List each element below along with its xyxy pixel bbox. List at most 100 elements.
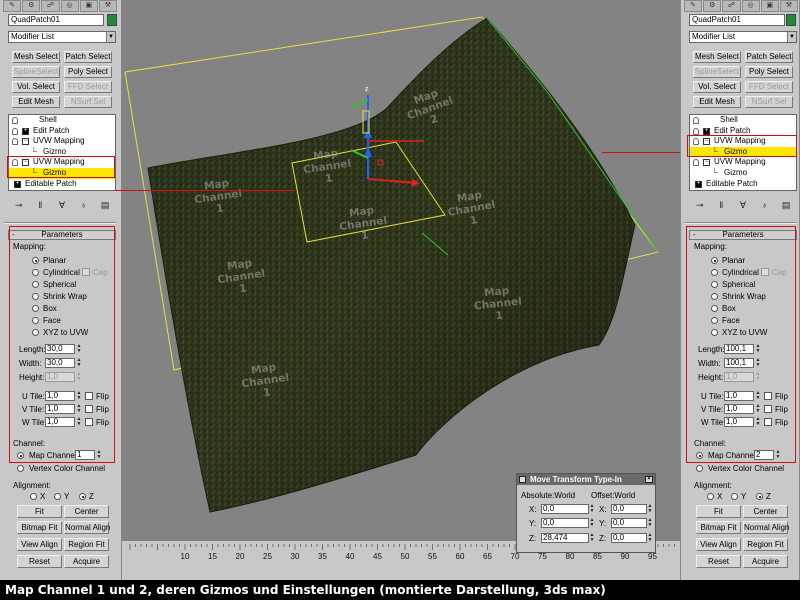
radio-shrink-wrap[interactable] xyxy=(711,293,718,300)
normal-align-button[interactable]: Normal Align xyxy=(64,521,110,534)
radio-face[interactable] xyxy=(32,317,39,324)
width-input[interactable]: 30,0 xyxy=(45,358,75,368)
show-end-result-icon[interactable]: ‖ xyxy=(715,199,727,211)
lightbulb-icon[interactable] xyxy=(12,138,18,146)
spinner-arrows-icon[interactable]: ▲ ▼ xyxy=(76,417,82,427)
length-input[interactable]: 30,0 xyxy=(45,344,75,354)
motion-tab-icon[interactable]: ◎ xyxy=(60,0,79,12)
modifier-list-dropdown[interactable]: Modifier List ▼ xyxy=(689,31,797,43)
u-flip-checkbox[interactable] xyxy=(764,392,772,400)
spinner-arrows-icon[interactable]: ▲ ▼ xyxy=(76,404,82,414)
radio-planar[interactable] xyxy=(711,257,718,264)
radio-align-x[interactable] xyxy=(707,493,714,500)
lightbulb-icon[interactable] xyxy=(693,117,699,124)
map-channel-input[interactable]: 1 xyxy=(75,450,95,460)
fit-button[interactable]: Fit xyxy=(17,505,62,518)
v-flip-checkbox[interactable] xyxy=(85,405,93,413)
v-tile-input[interactable]: 1,0 xyxy=(724,404,754,414)
modify-tab-icon[interactable]: ⚙ xyxy=(22,0,41,12)
poly-select-button[interactable]: Poly Select xyxy=(64,66,112,78)
expand-plus-icon[interactable]: + xyxy=(14,180,21,188)
height-input[interactable]: 1,0 xyxy=(45,372,75,382)
stack-item-uvw-mapping[interactable]: − UVW Mapping xyxy=(690,157,796,168)
spinner-arrows-icon[interactable]: ▲ ▼ xyxy=(589,518,595,528)
stack-item-shell[interactable]: Shell xyxy=(9,115,115,126)
hierarchy-tab-icon[interactable]: ☍ xyxy=(41,0,60,12)
ffd-select-button[interactable]: FFD Select xyxy=(745,81,793,93)
reset-button[interactable]: Reset xyxy=(696,555,741,568)
patch-select-button[interactable]: Patch Select xyxy=(64,51,112,63)
radio-align-z[interactable] xyxy=(79,493,86,500)
radio-spherical[interactable] xyxy=(711,281,718,288)
ffd-select-button[interactable]: FFD Select xyxy=(64,81,112,93)
offset-y-input[interactable]: 0,0 xyxy=(611,518,647,528)
v-flip-checkbox[interactable] xyxy=(764,405,772,413)
spinner-arrows-icon[interactable]: ▲ ▼ xyxy=(76,344,82,354)
stack-item-editable-patch[interactable]: + Editable Patch xyxy=(9,179,115,190)
spinner-arrows-icon[interactable]: ▲ ▼ xyxy=(647,504,653,514)
radio-align-y[interactable] xyxy=(731,493,738,500)
u-tile-input[interactable]: 1,0 xyxy=(45,391,75,401)
make-unique-icon[interactable]: ∀ xyxy=(737,199,749,211)
spline-select-button[interactable]: SplineSelect xyxy=(12,66,60,78)
radio-map-channel[interactable] xyxy=(696,452,703,459)
object-name-field[interactable]: QuadPatch01 xyxy=(8,14,104,26)
spinner-arrows-icon[interactable]: ▲ ▼ xyxy=(589,533,595,543)
object-name-field[interactable]: QuadPatch01 xyxy=(689,14,785,26)
spinner-arrows-icon[interactable]: ▲ ▼ xyxy=(589,504,595,514)
bitmap-fit-button[interactable]: Bitmap Fit xyxy=(696,521,741,534)
cap-checkbox[interactable] xyxy=(761,268,769,276)
width-input[interactable]: 100,1 xyxy=(724,358,754,368)
remove-modifier-icon[interactable]: ♁ xyxy=(78,199,90,211)
center-button[interactable]: Center xyxy=(64,505,109,518)
patch-select-button[interactable]: Patch Select xyxy=(745,51,793,63)
dialog-title-bar[interactable]: Move Transform Type-In × xyxy=(517,474,655,485)
spinner-arrows-icon[interactable]: ▲ ▼ xyxy=(647,533,653,543)
radio-cylindrical[interactable] xyxy=(711,269,718,276)
radio-cylindrical[interactable] xyxy=(32,269,39,276)
view-align-button[interactable]: View Align xyxy=(696,538,741,551)
radio-shrink-wrap[interactable] xyxy=(32,293,39,300)
radio-planar[interactable] xyxy=(32,257,39,264)
edit-mesh-button[interactable]: Edit Mesh xyxy=(12,96,60,108)
vol-select-button[interactable]: Vol. Select xyxy=(693,81,741,93)
spinner-arrows-icon[interactable]: ▲ ▼ xyxy=(755,344,761,354)
height-input[interactable]: 1,0 xyxy=(724,372,754,382)
reset-button[interactable]: Reset xyxy=(17,555,62,568)
stack-item-uvw-mapping[interactable]: − UVW Mapping xyxy=(9,136,115,147)
display-tab-icon[interactable]: ▣ xyxy=(760,0,779,12)
spinner-arrows-icon[interactable]: ▲ ▼ xyxy=(755,417,761,427)
acquire-button[interactable]: Acquire xyxy=(743,555,788,568)
region-fit-button[interactable]: Region Fit xyxy=(743,538,788,551)
modifier-list-dropdown[interactable]: Modifier List ▼ xyxy=(8,31,116,43)
utilities-tab-icon[interactable]: ⚒ xyxy=(98,0,118,12)
spinner-arrows-icon[interactable]: ▲ ▼ xyxy=(647,518,653,528)
v-tile-input[interactable]: 1,0 xyxy=(45,404,75,414)
lightbulb-icon[interactable] xyxy=(693,127,699,135)
view-align-button[interactable]: View Align xyxy=(17,538,62,551)
acquire-button[interactable]: Acquire xyxy=(64,555,109,568)
display-tab-icon[interactable]: ▣ xyxy=(79,0,98,12)
close-icon[interactable]: × xyxy=(645,476,653,483)
radio-vertex-color-channel[interactable] xyxy=(17,465,24,472)
edit-mesh-button[interactable]: Edit Mesh xyxy=(693,96,741,108)
show-end-result-icon[interactable]: ‖ xyxy=(34,199,46,211)
spinner-arrows-icon[interactable]: ▲ ▼ xyxy=(96,450,102,460)
radio-align-z[interactable] xyxy=(756,493,763,500)
stack-item-shell[interactable]: Shell xyxy=(690,115,796,126)
spinner-arrows-icon[interactable]: ▲ ▼ xyxy=(76,391,82,401)
lightbulb-icon[interactable] xyxy=(12,127,18,135)
lightbulb-icon[interactable] xyxy=(693,159,699,167)
radio-box[interactable] xyxy=(711,305,718,312)
absolute-y-input[interactable]: 0,0 xyxy=(541,518,589,528)
offset-z-input[interactable]: 0,0 xyxy=(611,533,647,543)
normal-align-button[interactable]: Normal Align xyxy=(743,521,789,534)
configure-sets-icon[interactable]: ▤ xyxy=(780,199,792,211)
radio-xyz-to-uvw[interactable] xyxy=(32,329,39,336)
collapse-minus-icon[interactable]: − xyxy=(22,138,29,146)
radio-face[interactable] xyxy=(711,317,718,324)
spline-select-button[interactable]: SplineSelect xyxy=(693,66,741,78)
object-color-swatch[interactable] xyxy=(107,14,117,26)
absolute-z-input[interactable]: 28,474 xyxy=(541,533,589,543)
spinner-arrows-icon[interactable]: ▲ ▼ xyxy=(755,404,761,414)
